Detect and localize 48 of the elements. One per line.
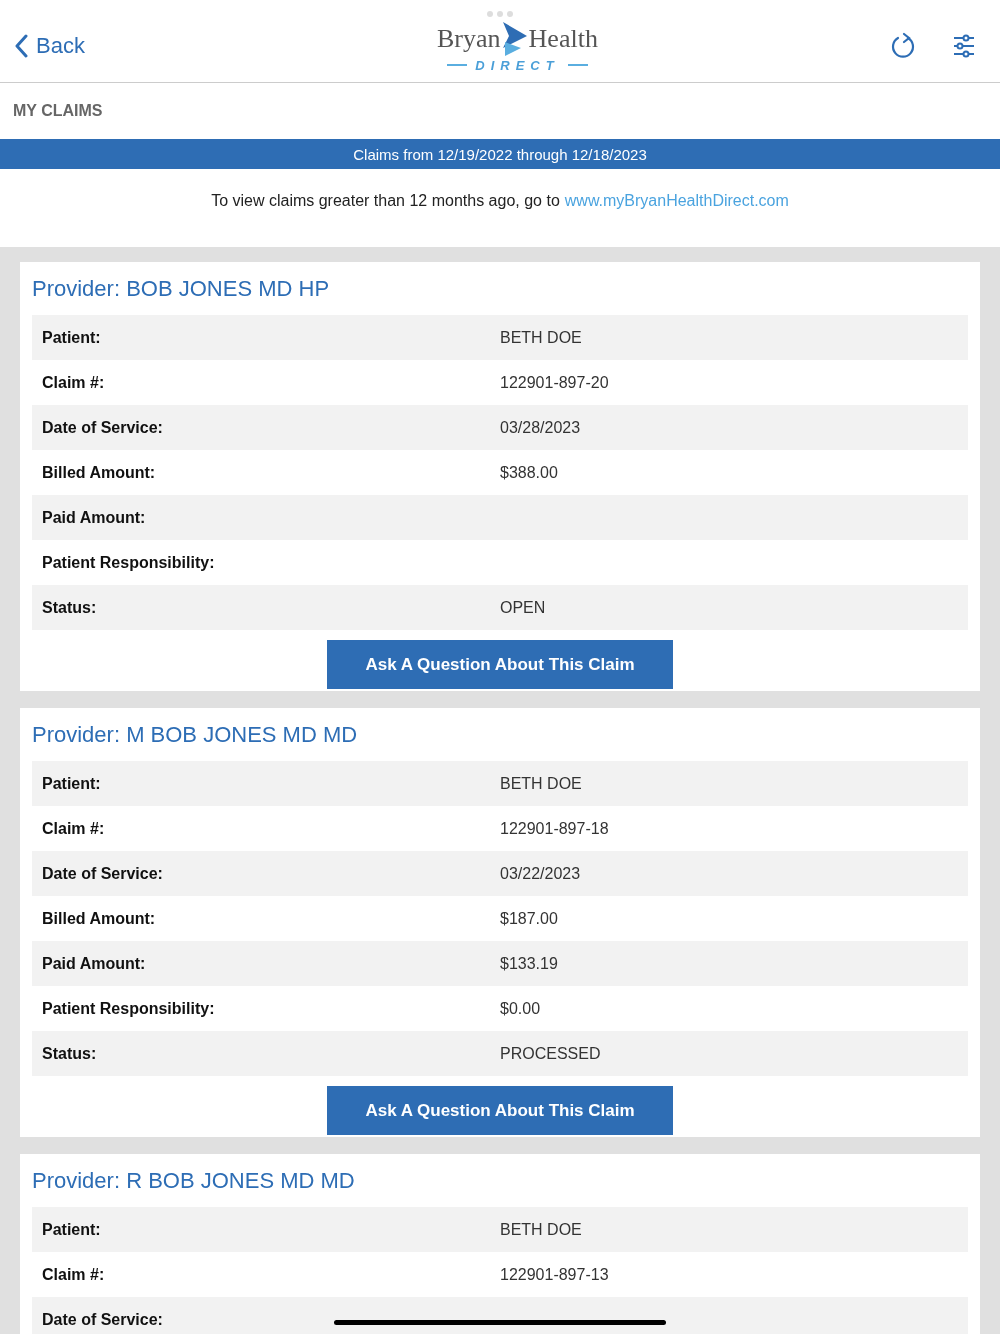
field-label: Status:: [42, 1044, 98, 1063]
website-link[interactable]: www.myBryanHealthDirect.com: [564, 192, 789, 210]
field-value: BETH DOE: [500, 1220, 583, 1239]
field-value: 122901-897-13: [500, 1265, 610, 1284]
field-value: $187.00: [500, 909, 559, 928]
field-label: Billed Amount:: [42, 463, 157, 482]
chevron-left-icon: [14, 34, 28, 58]
field-value: 03/22/2023: [500, 864, 582, 883]
ask-question-button[interactable]: Ask A Question About This Claim: [327, 640, 673, 689]
field-label: Claim #:: [42, 819, 106, 838]
provider-title: Provider: M BOB JONES MD MD: [32, 720, 359, 749]
provider-title: Provider: R BOB JONES MD MD: [32, 1166, 356, 1195]
field-value: 122901-897-18: [500, 819, 610, 838]
refresh-icon[interactable]: [890, 32, 916, 60]
field-label: Patient:: [42, 328, 102, 347]
field-value: 03/28/2023: [500, 418, 582, 437]
field-label: Patient:: [42, 1220, 102, 1239]
field-label: Patient Responsibility:: [42, 553, 216, 572]
field-label: Date of Service:: [42, 418, 164, 437]
field-value: $0.00: [500, 999, 542, 1018]
filter-sliders-icon[interactable]: [952, 34, 976, 58]
field-label: Claim #:: [42, 1265, 106, 1284]
provider-title: Provider: BOB JONES MD HP: [32, 274, 331, 303]
logo-text: Health: [528, 23, 598, 54]
field-label: Paid Amount:: [42, 954, 147, 973]
field-value: BETH DOE: [500, 328, 583, 347]
logo-text: Bryan: [437, 23, 501, 54]
field-label: Patient Responsibility:: [42, 999, 216, 1018]
back-button[interactable]: Back: [14, 33, 85, 59]
field-value: $133.19: [500, 954, 559, 973]
field-value: OPEN: [500, 598, 547, 617]
field-value: $388.00: [500, 463, 559, 482]
logo-tagline: DIRECT: [475, 57, 560, 73]
field-value: PROCESSED: [500, 1044, 602, 1063]
date-range-banner: Claims from 12/19/2022 through 12/18/2023: [0, 139, 1000, 169]
field-label: Date of Service:: [42, 864, 164, 883]
section-title: MY CLAIMS: [0, 83, 1000, 139]
ask-question-button[interactable]: Ask A Question About This Claim: [327, 1086, 673, 1135]
field-label: Status:: [42, 598, 98, 617]
field-value: BETH DOE: [500, 774, 583, 793]
field-label: Paid Amount:: [42, 508, 147, 527]
field-label: Patient:: [42, 774, 102, 793]
chevron-logo-icon: [500, 19, 529, 58]
field-value: 122901-897-20: [500, 373, 610, 392]
field-label: Billed Amount:: [42, 909, 157, 928]
notice-text: To view claims greater than 12 months ago, go to: [211, 192, 560, 210]
field-label: Claim #:: [42, 373, 106, 392]
field-label: Date of Service:: [42, 1310, 164, 1329]
